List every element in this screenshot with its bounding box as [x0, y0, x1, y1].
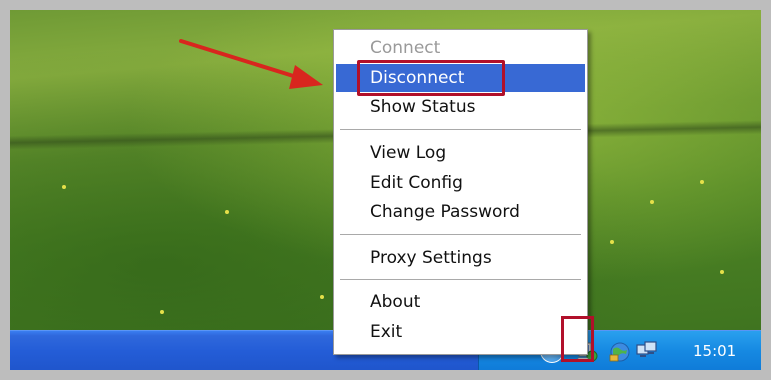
- wallpaper-flower: [650, 200, 654, 204]
- menu-item-change-password[interactable]: Change Password: [336, 198, 585, 226]
- menu-item-edit-config[interactable]: Edit Config: [336, 169, 585, 197]
- menu-item-show-status[interactable]: Show Status: [336, 93, 585, 121]
- taskbar-clock[interactable]: 15:01: [693, 342, 736, 360]
- menu-separator: [340, 129, 581, 131]
- network-monitor-icon[interactable]: [635, 339, 659, 363]
- wallpaper-flower: [720, 270, 724, 274]
- wallpaper-flower: [700, 180, 704, 184]
- menu-separator: [340, 234, 581, 236]
- wallpaper-flower: [610, 240, 614, 244]
- menu-separator: [340, 279, 581, 281]
- network-globe-icon[interactable]: [608, 340, 632, 364]
- menu-item-view-log[interactable]: View Log: [336, 139, 585, 167]
- disconnect-highlight-box: [357, 60, 505, 96]
- wallpaper-flower: [320, 295, 324, 299]
- tray-icon-highlight-box: [561, 316, 594, 362]
- wallpaper-flower: [160, 310, 164, 314]
- wallpaper-flower: [225, 210, 229, 214]
- menu-item-about[interactable]: About: [336, 288, 585, 316]
- menu-item-connect: Connect: [370, 38, 441, 58]
- menu-item-proxy-settings[interactable]: Proxy Settings: [336, 244, 585, 272]
- menu-item-exit[interactable]: Exit: [336, 318, 585, 346]
- wallpaper-flower: [62, 185, 66, 189]
- red-pointer-arrow: [179, 39, 323, 89]
